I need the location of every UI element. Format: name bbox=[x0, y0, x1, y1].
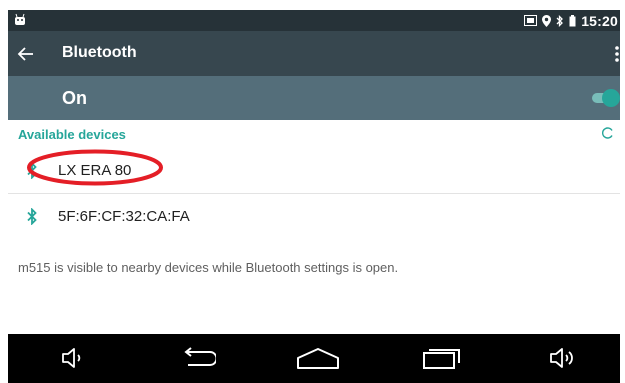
overflow-menu-icon[interactable] bbox=[614, 45, 620, 63]
bluetooth-toggle[interactable] bbox=[590, 89, 620, 107]
screen-bezel-right bbox=[620, 0, 625, 383]
bluetooth-icon bbox=[27, 208, 37, 225]
system-nav-bar bbox=[8, 334, 620, 383]
toggle-thumb bbox=[602, 89, 620, 107]
bluetooth-icon bbox=[556, 14, 564, 27]
bluetooth-master-switch-row[interactable]: On bbox=[8, 76, 620, 120]
recents-icon[interactable] bbox=[422, 346, 462, 370]
status-bar: 15:20 bbox=[8, 10, 620, 31]
volume-down-icon[interactable] bbox=[60, 346, 88, 370]
back-icon[interactable] bbox=[176, 346, 216, 370]
cast-icon bbox=[524, 15, 538, 26]
back-arrow-icon[interactable] bbox=[16, 44, 36, 64]
bluetooth-icon bbox=[27, 162, 37, 179]
battery-icon bbox=[569, 14, 576, 26]
android-icon bbox=[15, 13, 25, 25]
available-devices-header: Available devices bbox=[18, 127, 126, 142]
device-item[interactable]: LX ERA 80 bbox=[8, 148, 620, 193]
device-item[interactable]: 5F:6F:CF:32:CA:FA bbox=[8, 194, 620, 239]
status-time: 15:20 bbox=[581, 12, 618, 29]
scanning-progress-icon bbox=[602, 127, 613, 139]
screen-bezel-left bbox=[0, 0, 8, 383]
visibility-info-text: m515 is visible to nearby devices while … bbox=[18, 260, 399, 275]
device-list-panel: Available devices LX ERA 80 5F:6F:CF:32:… bbox=[8, 120, 620, 334]
home-icon[interactable] bbox=[296, 346, 340, 370]
app-bar: Bluetooth bbox=[8, 31, 620, 76]
location-icon bbox=[542, 14, 552, 27]
device-name: LX ERA 80 bbox=[58, 162, 132, 179]
device-name: 5F:6F:CF:32:CA:FA bbox=[58, 208, 190, 225]
volume-up-icon[interactable] bbox=[548, 346, 580, 370]
master-switch-label: On bbox=[62, 88, 87, 108]
page-title: Bluetooth bbox=[62, 44, 137, 61]
